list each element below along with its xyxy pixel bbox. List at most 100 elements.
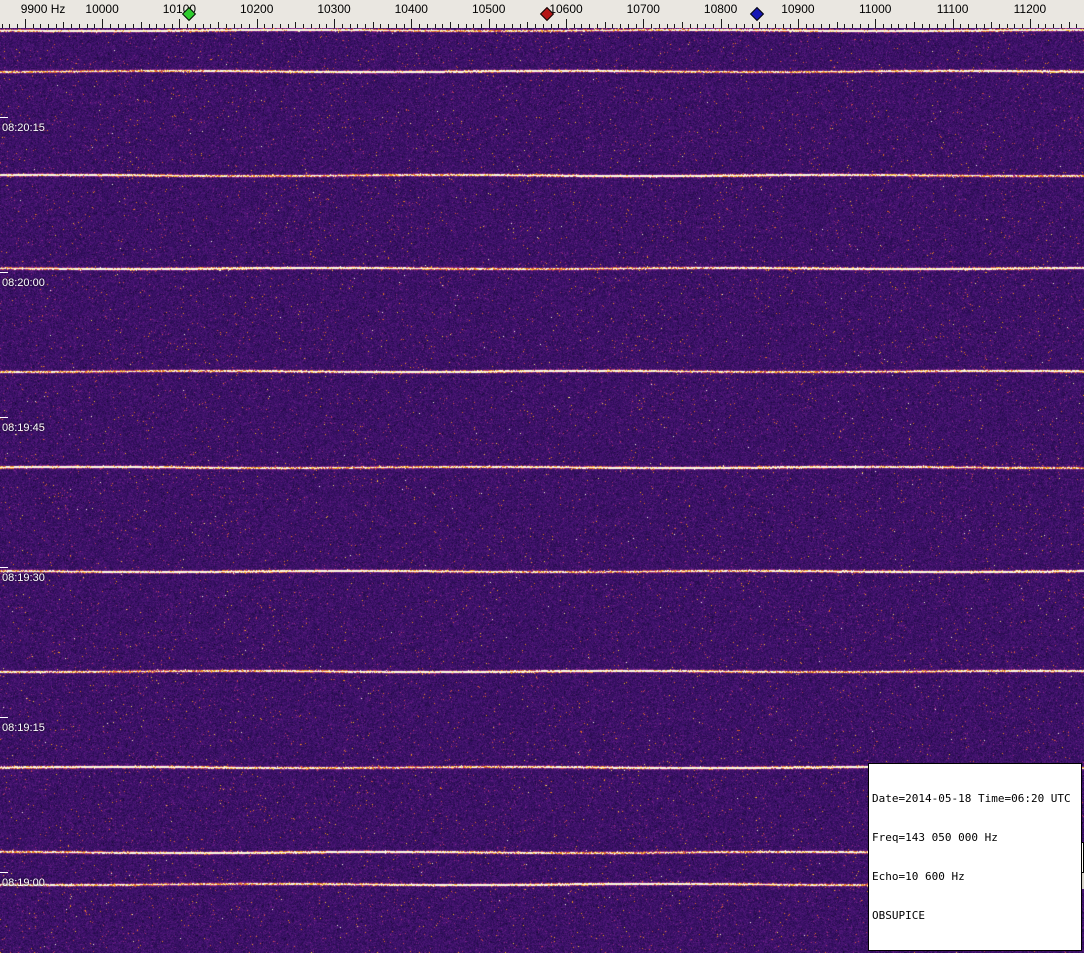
- ruler-tick: [566, 19, 567, 28]
- ruler-tick: [1, 24, 3, 28]
- ruler-tick: [906, 24, 908, 28]
- ruler-tick: [411, 19, 413, 28]
- ruler-tick: [890, 24, 892, 28]
- ruler-tick: [63, 22, 65, 28]
- ruler-tick: [403, 24, 405, 28]
- spectrogram-plot: -100 dB -50 0 Date=2014-05-18 Time=06:20…: [0, 28, 1084, 953]
- ruler-tick: [944, 24, 946, 28]
- ruler-tick: [975, 24, 977, 28]
- ruler-tick: [689, 24, 691, 28]
- time-label: 08:19:15: [2, 722, 45, 734]
- ruler-tick: [504, 24, 506, 28]
- ruler-tick: [125, 24, 127, 28]
- ruler-tick: [859, 24, 861, 28]
- ruler-tick: [527, 22, 529, 28]
- ruler-tick: [318, 24, 320, 28]
- ruler-tick: [697, 24, 699, 28]
- ruler-tick: [658, 24, 660, 28]
- ruler-tick: [511, 24, 513, 28]
- ruler-tick: [55, 24, 57, 28]
- ruler-tick: [867, 24, 869, 28]
- ruler-tick: [1029, 19, 1031, 28]
- ruler-tick: [1068, 22, 1070, 28]
- time-tick: [0, 117, 8, 118]
- ruler-tick: [828, 24, 830, 28]
- ruler-tick: [651, 24, 652, 28]
- ruler-tick: [952, 19, 954, 28]
- ruler-label-10600: 10600: [549, 2, 583, 16]
- ruler-tick: [480, 24, 482, 28]
- spectrogram-window: 9900 Hz 10000 10100 10200 10300 10400 10500 106…: [0, 0, 1084, 953]
- ruler-tick: [852, 24, 853, 28]
- ruler-tick: [960, 24, 962, 28]
- ruler-label-10000: 10000: [85, 2, 119, 16]
- ruler-tick: [774, 24, 776, 28]
- time-tick: [0, 567, 8, 568]
- ruler-tick: [542, 24, 544, 28]
- time-tick: [0, 872, 8, 873]
- ruler-tick: [898, 24, 900, 28]
- ruler-tick: [643, 19, 645, 28]
- ruler-tick: [187, 24, 189, 28]
- ruler-tick: [875, 19, 877, 28]
- ruler-tick: [202, 24, 204, 28]
- ruler-label-10300: 10300: [317, 2, 351, 16]
- ruler-tick: [78, 24, 80, 28]
- ruler-tick: [620, 24, 622, 28]
- ruler-tick: [372, 22, 374, 28]
- ruler-tick: [666, 24, 668, 28]
- ruler-tick: [47, 24, 49, 28]
- ruler-tick: [736, 24, 738, 28]
- ruler-tick: [674, 24, 676, 28]
- ruler-tick: [1045, 24, 1047, 28]
- ruler-tick: [929, 24, 931, 28]
- ruler-tick: [782, 24, 784, 28]
- ruler-tick: [303, 24, 305, 28]
- ruler-tick: [102, 19, 104, 28]
- ruler-tick: [218, 22, 219, 28]
- ruler-tick: [148, 24, 150, 28]
- ruler-tick: [767, 24, 768, 28]
- ruler-tick: [279, 24, 281, 28]
- ruler-label-10900: 10900: [781, 2, 815, 16]
- ruler-tick: [256, 19, 258, 28]
- ruler-tick: [968, 24, 969, 28]
- ruler-tick: [705, 24, 707, 28]
- ruler-tick: [790, 24, 792, 28]
- ruler-tick: [295, 22, 297, 28]
- ruler-tick: [1022, 24, 1024, 28]
- ruler-tick: [1006, 24, 1008, 28]
- ruler-tick: [991, 22, 993, 28]
- time-label: 08:19:45: [2, 422, 45, 434]
- ruler-tick: [496, 24, 498, 28]
- blue-diamond-marker[interactable]: [749, 6, 764, 22]
- ruler-label-9900: 9900 Hz: [20, 2, 66, 16]
- ruler-tick: [434, 24, 436, 28]
- time-label: 08:19:30: [2, 572, 45, 584]
- ruler-tick: [171, 24, 173, 28]
- ruler-tick: [883, 24, 884, 28]
- ruler-tick: [1060, 24, 1062, 28]
- ruler-tick: [109, 24, 111, 28]
- ruler-tick: [720, 19, 722, 28]
- ruler-tick: [913, 22, 915, 28]
- ruler-tick: [612, 24, 614, 28]
- ruler-tick: [805, 24, 807, 28]
- time-label: 08:19:00: [2, 877, 45, 889]
- ruler-label-10800: 10800: [703, 2, 738, 16]
- ruler-tick: [334, 19, 335, 28]
- ruler-tick: [743, 24, 745, 28]
- ruler-tick: [71, 24, 73, 28]
- ruler-tick: [163, 24, 165, 28]
- ruler-tick: [983, 24, 985, 28]
- ruler-tick: [558, 24, 560, 28]
- frequency-ruler[interactable]: 9900 Hz 10000 10100 10200 10300 10400 10500 106…: [0, 0, 1084, 28]
- ruler-tick: [194, 24, 196, 28]
- ruler-tick: [450, 22, 451, 28]
- ruler-tick: [210, 24, 212, 28]
- ruler-tick: [264, 24, 266, 28]
- ruler-tick: [921, 24, 923, 28]
- ruler-tick: [488, 19, 490, 28]
- ruler-tick: [457, 24, 459, 28]
- ruler-tick: [712, 24, 714, 28]
